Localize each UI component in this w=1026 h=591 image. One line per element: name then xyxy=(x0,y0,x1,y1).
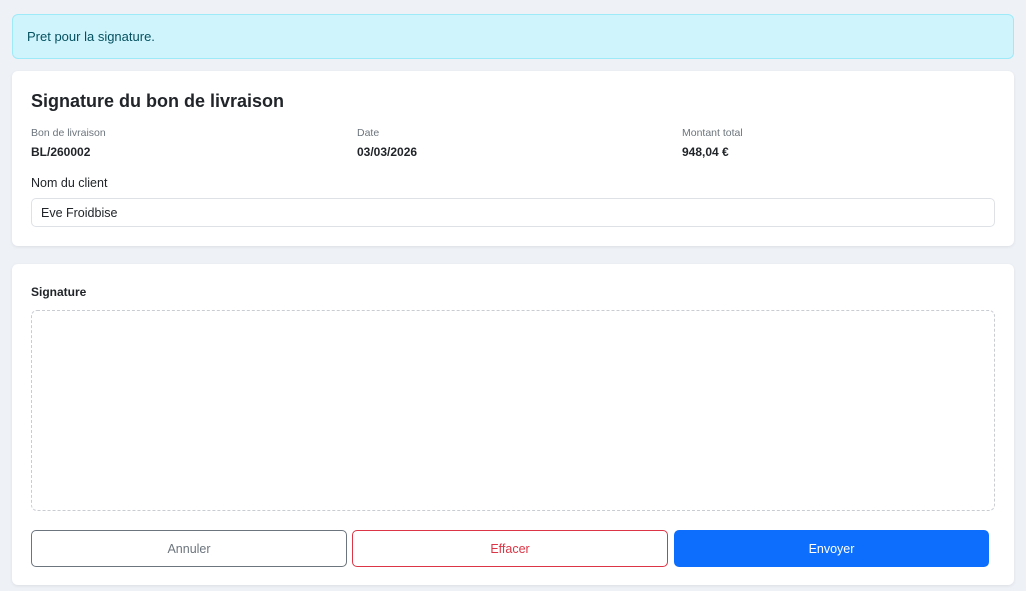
date-label: Date xyxy=(357,127,380,139)
delivery-info-card: Signature du bon de livraison Bon de liv… xyxy=(12,71,1014,246)
signature-card: Signature Annuler Effacer Envoyer xyxy=(12,264,1014,585)
send-button[interactable]: Envoyer xyxy=(674,530,989,567)
delivery-note-label: Bon de livraison xyxy=(31,127,106,139)
total-amount-label: Montant total xyxy=(682,127,743,139)
status-alert: Pret pour la signature. xyxy=(12,14,1014,59)
delivery-note-field: Bon de livraison BL/260002 xyxy=(31,127,106,159)
signature-pad[interactable] xyxy=(31,310,995,511)
delivery-note-value: BL/260002 xyxy=(31,145,91,159)
signature-label: Signature xyxy=(31,285,87,299)
date-value: 03/03/2026 xyxy=(357,145,418,159)
alert-message: Pret pour la signature. xyxy=(27,29,155,44)
total-amount-value: 948,04 € xyxy=(682,145,729,159)
page-title: Signature du bon de livraison xyxy=(31,91,285,111)
date-field: Date 03/03/2026 xyxy=(357,127,417,159)
clear-button[interactable]: Effacer xyxy=(352,530,668,567)
cancel-button[interactable]: Annuler xyxy=(31,530,347,567)
client-name-label: Nom du client xyxy=(31,176,108,190)
total-amount-field: Montant total 948,04 € xyxy=(682,127,743,159)
client-name-input[interactable] xyxy=(31,198,995,227)
